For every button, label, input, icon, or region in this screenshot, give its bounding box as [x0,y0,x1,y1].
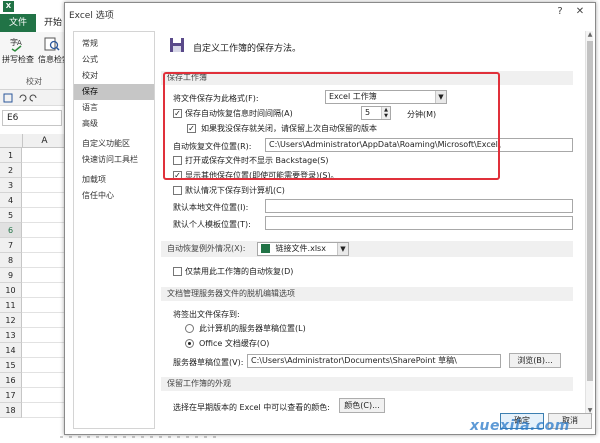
file-tab[interactable]: 文件 [0,14,36,32]
row-header[interactable]: 8 [0,253,22,268]
cell-a[interactable] [22,148,66,163]
row-header[interactable]: 4 [0,193,22,208]
row-header[interactable]: 17 [0,388,22,403]
chevron-down-icon: ▼ [337,243,348,255]
ribbon-tabs: 文件 开始 [0,14,66,32]
save-header-text: 自定义工作簿的保存方法。 [193,44,302,54]
default-templates-label: 默认个人模板位置(T): [173,220,251,229]
excel-app-icon: X [3,1,14,12]
cell-a[interactable] [22,193,66,208]
close-icon[interactable]: ✕ [573,6,587,18]
row-header[interactable]: 11 [0,298,22,313]
scrollbar-thumb[interactable] [587,41,593,381]
browse-button[interactable]: 浏览(B)... [509,353,561,368]
row-header[interactable]: 9 [0,268,22,283]
section-autorecover-exceptions: 自动恢复例外情况(X): [161,241,573,257]
nav-item-language[interactable]: 语言 [74,100,154,116]
nav-item-advanced[interactable]: 高级 [74,116,154,132]
cell-a[interactable] [22,253,66,268]
cell-a[interactable] [22,358,66,373]
excel-file-icon [261,244,270,253]
autorecover-exceptions-label: 自动恢复例外情况(X): [167,244,246,253]
proofing-group-label: 校对 [26,77,42,86]
row-header[interactable]: 2 [0,163,22,178]
server-drafts-location-label: 服务器草稿位置(V): [173,358,244,367]
colors-label: 选择在早期版本的 Excel 中可以查看的颜色: [173,403,330,412]
row-header[interactable]: 12 [0,313,22,328]
default-local-location-label: 默认本地文件位置(I): [173,203,249,212]
site-watermark: xuexila.com [470,418,570,434]
home-tab[interactable]: 开始 [44,14,62,32]
cell-a[interactable] [22,178,66,193]
cell-a[interactable] [22,313,66,328]
default-templates-input[interactable] [265,216,573,230]
nav-item-quick-access[interactable]: 快速访问工具栏 [74,152,154,168]
row-header[interactable]: 3 [0,178,22,193]
save-checked-out-label: 将签出文件保存到: [173,310,240,319]
office-cache-radio[interactable] [185,339,194,348]
disable-autorecover-label: 仅禁用此工作簿的自动恢复(D) [185,267,294,276]
nav-item-save[interactable]: 保存 [74,84,154,100]
cell-a[interactable] [22,403,66,418]
nav-item-proofing[interactable]: 校对 [74,68,154,84]
autorecover-workbook-value: 链接文件.xlsx [275,244,326,253]
dialog-title: Excel 选项 [69,11,114,21]
cell-a[interactable] [22,238,66,253]
section-offline-editing: 文档管理服务器文件的脱机编辑选项 [161,287,573,301]
nav-item-customize-ribbon[interactable]: 自定义功能区 [74,136,154,152]
cell-a[interactable] [22,283,66,298]
nav-item-general[interactable]: 常规 [74,36,154,52]
quick-access-toolbar [0,90,66,106]
autorecover-workbook-dropdown[interactable]: 链接文件.xlsx ▼ [257,242,349,256]
row-header[interactable]: 14 [0,343,22,358]
cell-a[interactable] [22,208,66,223]
excel-options-dialog: Excel 选项 ? ✕ 常规 公式 校对 保存 语言 高级 自定义功能区 快速… [64,2,596,435]
default-save-computer-label: 默认情况下保存到计算机(C) [185,186,285,195]
cell-a[interactable] [22,223,66,238]
cell-a[interactable] [22,328,66,343]
cell-a[interactable] [22,163,66,178]
nav-item-trust-center[interactable]: 信任中心 [74,188,154,204]
row-header[interactable]: 15 [0,358,22,373]
options-nav: 常规 公式 校对 保存 语言 高级 自定义功能区 快速访问工具栏 加载项 信任中… [73,31,155,429]
nav-item-formulas[interactable]: 公式 [74,52,154,68]
office-cache-radio-label: Office 文档缓存(O) [199,339,270,348]
cell-a[interactable] [22,298,66,313]
cell-a[interactable] [22,388,66,403]
row-header[interactable]: 6 [0,223,22,238]
save-disk-icon [169,37,185,53]
svg-text:A: A [17,39,22,47]
section-preserve-visual: 保留工作簿的外观 [161,377,573,391]
row-header[interactable]: 7 [0,238,22,253]
cell-a[interactable] [22,343,66,358]
server-drafts-location-input[interactable]: C:\Users\Administrator\Documents\SharePo… [247,354,501,368]
name-box[interactable]: E6 [2,110,62,126]
row-header[interactable]: 13 [0,328,22,343]
highlight-annotation [163,72,500,180]
cell-a[interactable] [22,373,66,388]
default-local-location-input[interactable] [265,199,573,213]
row-header[interactable]: 10 [0,283,22,298]
row-header[interactable]: 18 [0,403,22,418]
nav-item-addins[interactable]: 加载项 [74,172,154,188]
cell-a[interactable] [22,268,66,283]
spell-check-label: 拼写检查 [2,55,34,64]
vertical-scrollbar[interactable]: ▲ ▼ [585,31,593,415]
server-drafts-radio[interactable] [185,324,194,333]
colors-button[interactable]: 颜色(C)... [339,398,385,413]
default-save-computer-checkbox[interactable] [173,186,182,195]
row-header[interactable]: 5 [0,208,22,223]
row-header[interactable]: 16 [0,373,22,388]
research-icon[interactable] [44,36,60,52]
help-icon[interactable]: ? [553,6,567,18]
column-header-a[interactable]: A [22,134,66,148]
scroll-up-icon[interactable]: ▲ [586,31,594,39]
disable-autorecover-checkbox[interactable] [173,267,182,276]
server-drafts-radio-label: 此计算机的服务器草稿位置(L) [199,324,306,333]
spell-check-icon[interactable]: 字A [10,36,26,52]
ribbon: 字A 拼写检查 信息检索 校对 [0,32,70,90]
qat-icons[interactable] [0,90,66,106]
row-header[interactable]: 1 [0,148,22,163]
